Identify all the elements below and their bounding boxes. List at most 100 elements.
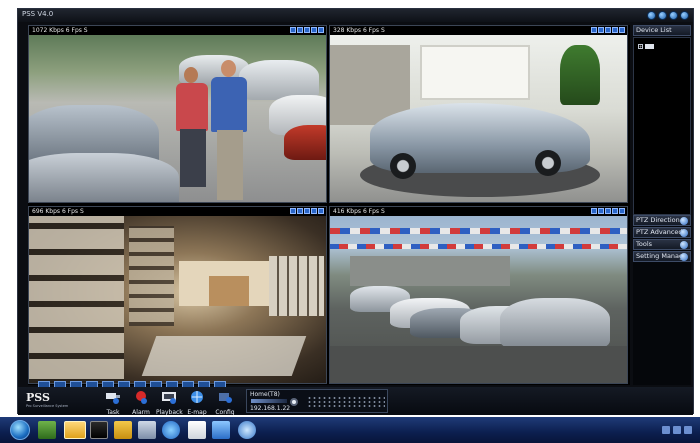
snapshot-icon[interactable] — [591, 27, 597, 33]
setting-manage-header[interactable]: Setting Manage — [633, 251, 691, 262]
tools-header[interactable]: Tools — [633, 239, 691, 250]
camera-image — [29, 216, 326, 383]
talk-icon[interactable] — [311, 27, 317, 33]
browser-icon[interactable] — [162, 421, 180, 439]
config-button[interactable]: Config — [212, 389, 238, 416]
mail-icon[interactable] — [114, 421, 132, 439]
signal-indicator — [307, 396, 385, 408]
camera-image — [330, 35, 627, 202]
playback-label: Playback — [156, 409, 183, 416]
status-panel: Home(T8) 192.168.1.22 — [246, 389, 388, 413]
playback-button[interactable]: Playback — [156, 389, 183, 416]
globe-icon — [191, 391, 203, 403]
snapshot-icon[interactable] — [591, 208, 597, 214]
expand-icon — [680, 229, 688, 237]
pane-bitrate-label: 416 Kbps 6 Fps S — [333, 208, 385, 215]
pane-header: 696 Kbps 6 Fps S — [29, 207, 326, 216]
audio-icon[interactable] — [605, 27, 611, 33]
help-button[interactable] — [647, 11, 656, 20]
emap-label: E-map — [187, 409, 207, 416]
task-label: Task — [106, 409, 120, 416]
start-button[interactable] — [10, 420, 30, 440]
record-icon[interactable] — [598, 208, 604, 214]
expand-icon — [680, 217, 688, 225]
record-icon[interactable] — [297, 27, 303, 33]
audio-icon[interactable] — [304, 208, 310, 214]
talk-icon[interactable] — [612, 208, 618, 214]
talk-icon[interactable] — [311, 208, 317, 214]
close-button[interactable] — [680, 11, 689, 20]
taskbar-app-icon[interactable] — [38, 421, 56, 439]
title-bar: PSS V4.0 — [18, 9, 693, 22]
pane-bitrate-label: 696 Kbps 6 Fps S — [32, 208, 84, 215]
main-toolbar: PSS Pro Surveillance System Task Alarm P… — [18, 387, 693, 416]
close-icon[interactable] — [619, 208, 625, 214]
video-pane-4[interactable]: 416 Kbps 6 Fps S — [329, 206, 628, 384]
system-tray — [662, 426, 692, 434]
alarm-label: Alarm — [132, 409, 150, 416]
close-icon[interactable] — [318, 27, 324, 33]
snapshot-icon[interactable] — [290, 208, 296, 214]
video-pane-1[interactable]: 1072 Kbps 6 Fps S — [28, 25, 327, 203]
config-icon — [219, 393, 232, 403]
pdf-icon[interactable] — [188, 421, 206, 439]
app-title: PSS V4.0 — [22, 10, 54, 18]
maximize-button[interactable] — [669, 11, 678, 20]
ptz-direction-label: PTZ Direction — [636, 216, 680, 224]
close-icon[interactable] — [619, 27, 625, 33]
talk-icon[interactable] — [612, 27, 618, 33]
pss-window: PSS V4.0 1072 Kbps 6 Fps S 328 Kbps 6 Fp… — [17, 8, 694, 416]
ptz-direction-header[interactable]: PTZ Direction — [633, 215, 691, 226]
device-tree-root[interactable]: + — [638, 44, 654, 49]
right-panel: Device List + PTZ Direction PTZ Advanced… — [633, 25, 691, 385]
home-device-label: Home(T8) — [250, 391, 280, 398]
pane-header: 1072 Kbps 6 Fps S — [29, 26, 326, 35]
emap-button[interactable]: E-map — [184, 389, 210, 416]
film-icon — [162, 392, 176, 404]
minimize-button[interactable] — [658, 11, 667, 20]
folder-icon[interactable] — [64, 421, 86, 439]
alarm-button[interactable]: Alarm — [128, 389, 154, 416]
window-controls — [647, 11, 689, 20]
pane-header: 416 Kbps 6 Fps S — [330, 207, 627, 216]
video-pane-2[interactable]: 328 Kbps 6 Fps S — [329, 25, 628, 203]
pane-controls — [290, 208, 324, 214]
pane-bitrate-label: 1072 Kbps 6 Fps S — [32, 27, 88, 34]
device-tree[interactable]: + — [633, 37, 691, 215]
tray-volume-icon[interactable] — [673, 426, 681, 434]
record-icon[interactable] — [297, 208, 303, 214]
expand-icon[interactable]: + — [638, 44, 643, 49]
tray-network-icon[interactable] — [662, 426, 670, 434]
tools-label: Tools — [636, 240, 653, 248]
camera-image — [330, 216, 627, 383]
audio-icon[interactable] — [605, 208, 611, 214]
device-list-label: Device List — [636, 26, 672, 34]
device-node-icon — [645, 44, 654, 49]
snapshot-icon[interactable] — [290, 27, 296, 33]
ip-address: 192.168.1.22 — [250, 405, 291, 412]
audio-icon[interactable] — [304, 27, 310, 33]
ptz-advanced-header[interactable]: PTZ Advanced — [633, 227, 691, 238]
tray-flag-icon[interactable] — [684, 426, 692, 434]
ptz-advanced-label: PTZ Advanced — [636, 228, 683, 236]
camera-image — [29, 35, 326, 202]
logo-tagline: Pro Surveillance System — [26, 404, 69, 408]
alarm-icon — [136, 391, 147, 404]
close-icon[interactable] — [318, 208, 324, 214]
task-button[interactable]: Task — [100, 389, 126, 416]
pane-controls — [591, 208, 625, 214]
config-label: Config — [215, 409, 235, 416]
video-grid: 1072 Kbps 6 Fps S 328 Kbps 6 Fps S 696 K… — [28, 25, 630, 385]
volume-slider[interactable] — [251, 399, 287, 403]
logo-text: PSS — [26, 391, 50, 404]
record-icon[interactable] — [598, 27, 604, 33]
mute-toggle[interactable] — [290, 398, 298, 406]
video-pane-3[interactable]: 696 Kbps 6 Fps S — [28, 206, 327, 384]
document-icon[interactable] — [138, 421, 156, 439]
device-list-header[interactable]: Device List — [633, 25, 691, 36]
pane-controls — [290, 27, 324, 33]
expand-icon — [680, 253, 688, 261]
network-icon[interactable] — [212, 421, 230, 439]
media-player-icon[interactable] — [238, 421, 256, 439]
terminal-icon[interactable] — [90, 421, 108, 439]
